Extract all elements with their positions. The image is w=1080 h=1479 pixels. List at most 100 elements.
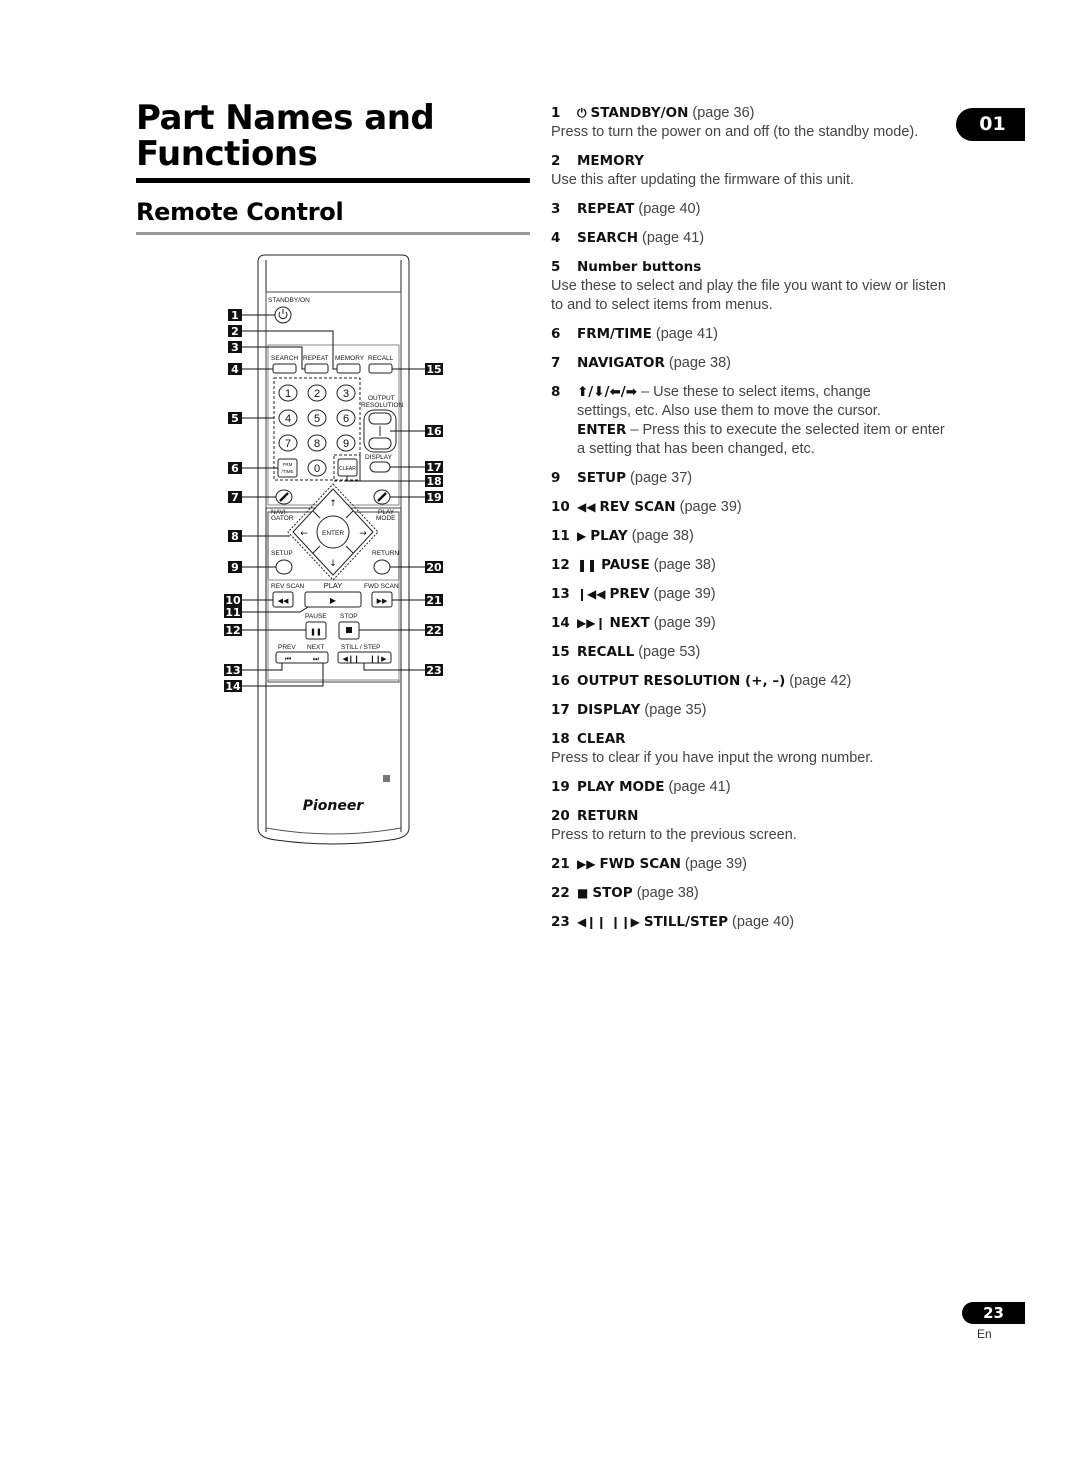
display-button[interactable] [369,461,391,473]
play-icon: ▶ [577,529,587,543]
digit-2-label: 2 [314,388,320,400]
stop-icon: ■ [577,886,589,900]
label-gator: GATOR [271,515,294,522]
label-time: /TIME [282,469,294,474]
digit-6-label: 6 [343,413,349,425]
callout-number-13: 13 [225,664,240,677]
memory-button[interactable] [336,363,361,374]
list-item: 13 ❙◀◀ PREV (page 39) [551,586,716,602]
label-return: RETURN [372,550,399,557]
digit-0-label: 0 [314,463,320,475]
navigator-button[interactable] [275,489,293,505]
callout-number-14: 14 [225,680,241,693]
repeat-button[interactable] [304,363,329,374]
digit-4-label: 4 [285,413,291,425]
return-button[interactable] [373,559,391,575]
fwd-scan-icon: ▶▶ [577,857,596,871]
label-fwd-scan: FWD SCAN [364,583,399,590]
digit-9-label: 9 [343,438,349,450]
prev-icon: ⏮ [285,655,291,663]
pause-icon: ❚❚ [577,558,598,572]
label-resolution: RESOLUTION [361,402,404,409]
play-mode-button[interactable] [373,489,391,505]
label-clear: CLEAR [339,466,356,472]
callout-number-7: 7 [231,491,239,504]
label-prev: PREV [278,644,296,651]
callout-number-3: 3 [231,341,239,354]
still-step-icon: ◀❙❙ ❙❙▶ [577,915,640,929]
resolution-plus-button[interactable] [368,412,392,425]
list-item: 4 SEARCH (page 41) [551,230,705,246]
label-still-step: STILL / STEP [341,644,381,651]
next-icon: ⏭ [313,655,320,663]
list-item: 22 ■ STOP (page 38) [551,885,699,901]
callout-number-19: 19 [426,491,441,504]
list-item: 12 ❚❚ PAUSE (page 38) [551,557,716,573]
callout-number-6: 6 [231,462,239,475]
list-item: 17 DISPLAY (page 35) [551,702,707,718]
setup-button[interactable] [275,559,293,575]
up-arrow-icon[interactable]: ↑ [329,499,337,509]
fwd-scan-icon: ▶▶ [377,597,388,605]
still-icon: ◀❙❙ [342,655,359,663]
page-number-badge: 23 [962,1302,1025,1324]
list-item: 3 REPEAT (page 40) [551,201,701,217]
label-repeat: REPEAT [303,355,329,362]
list-item: 10 ◀◀ REV SCAN (page 39) [551,499,742,515]
stop-icon [346,627,352,633]
callout-number-1: 1 [231,309,239,322]
prev-next-button[interactable] [275,651,329,664]
list-item: 6 FRM/TIME (page 41) [551,326,718,342]
next-icon: ▶▶❙ [577,616,606,630]
callout-number-22: 22 [426,624,441,637]
section-rule [136,232,530,235]
rev-scan-icon: ◀◀ [278,597,289,605]
down-arrow-icon[interactable]: ↓ [329,559,337,569]
section-title: Remote Control [136,198,344,226]
callout-number-23: 23 [426,664,441,677]
digit-3-label: 3 [343,388,349,400]
label-display: DISPLAY [365,454,393,461]
rev-scan-icon: ◀◀ [577,500,596,514]
callout-number-9: 9 [231,561,239,574]
callout-number-15: 15 [426,363,441,376]
arrow-keys-icon: ⬆/⬇/⬅/➡ [577,384,638,400]
label-search: SEARCH [271,355,298,362]
callout-number-5: 5 [231,412,239,425]
label-memory: MEMORY [335,355,365,362]
callout-number-17: 17 [426,461,441,474]
label-standby: STANDBY/ON [268,297,310,304]
label-recall: RECALL [368,355,394,362]
list-item: 21 ▶▶ FWD SCAN (page 39) [551,856,747,872]
label-pause: PAUSE [305,613,327,620]
list-item: 7 NAVIGATOR (page 38) [551,355,731,371]
callout-number-2: 2 [231,325,239,338]
right-arrow-icon[interactable]: → [359,529,367,539]
callout-number-12: 12 [225,624,240,637]
label-enter: ENTER [322,530,344,537]
callout-number-18: 18 [426,475,441,488]
list-item: 23 ◀❙❙ ❙❙▶ STILL/STEP (page 40) [551,914,795,930]
list-item: 8 ⬆/⬇/⬅/➡ – Use these to select items, ch… [551,384,945,457]
label-mode: MODE [376,515,396,522]
digit-1-label: 1 [285,388,291,400]
left-arrow-icon[interactable]: ← [300,529,308,539]
digit-5-label: 5 [314,413,320,425]
label-next: NEXT [307,644,324,651]
prev-icon: ❙◀◀ [577,587,606,601]
label-rev-scan: REV SCAN [271,583,305,590]
resolution-minus-button[interactable] [368,437,392,450]
callout-number-20: 20 [426,561,442,574]
power-icon: ⏻ [577,106,587,120]
list-item: 2 MEMORY Use this after updating the firm… [551,153,855,188]
list-item: 16 OUTPUT RESOLUTION (+, –) (page 42) [551,673,852,689]
recall-button[interactable] [368,363,393,374]
callout-number-4: 4 [231,363,239,376]
search-button[interactable] [272,363,297,374]
small-badge-icon [383,775,390,782]
page-title-line-1: Part Names and [136,98,435,138]
title-rule [136,178,530,183]
label-frm: FRM [283,462,293,467]
list-item: 19 PLAY MODE (page 41) [551,779,731,795]
label-play-transport: PLAY [324,581,343,590]
